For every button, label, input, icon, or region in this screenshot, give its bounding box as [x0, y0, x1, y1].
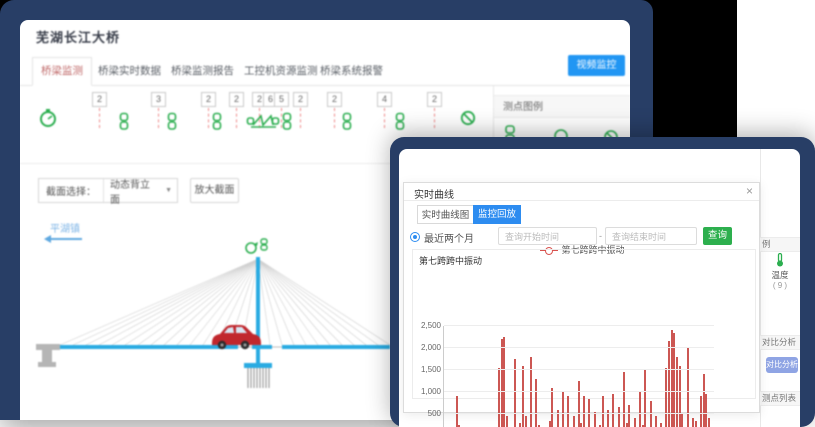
sensor-dash-line — [158, 108, 159, 128]
y-tick-label: 500 — [415, 409, 441, 419]
dialog-header: 实时曲线 × — [404, 183, 759, 201]
sensor-dash-line — [99, 108, 100, 128]
y-tick-label: 2,500 — [415, 321, 441, 331]
chain-sensor-icon[interactable] — [395, 112, 405, 136]
pile-group — [248, 368, 269, 388]
dialog-title: 实时曲线 — [414, 186, 454, 201]
tab-realtime-data[interactable]: 桥梁实时数据 — [98, 63, 161, 78]
zoom-section-button[interactable]: 放大截面 — [190, 178, 239, 203]
page-title: 芜湖长江大桥 — [36, 27, 120, 46]
temperature-legend[interactable]: 温度 ( 9 ) — [761, 253, 799, 290]
gridline — [444, 347, 714, 348]
sensor-count-badge: 2 — [201, 92, 216, 107]
dialog-window-frame: 例 温度 ( 9 ) 对比分析 对比分析 测点列表 实时曲线 × 实时曲线图 监… — [390, 137, 815, 427]
truss-sensor-icon[interactable] — [246, 112, 280, 135]
tab-ipc-resource[interactable]: 工控机资源监测 — [244, 63, 318, 78]
close-icon[interactable]: × — [746, 185, 753, 197]
bridge-diagram — [30, 235, 390, 405]
side-strip-pointlist: 测点列表 — [760, 391, 800, 406]
chevron-down-icon: ▼ — [165, 187, 177, 194]
side-strip-legend: 例 — [760, 237, 800, 252]
chain-sensor-icon[interactable] — [212, 112, 222, 136]
dialog-window: 例 温度 ( 9 ) 对比分析 对比分析 测点列表 实时曲线 × 实时曲线图 监… — [399, 149, 800, 427]
tab-bridge-monitor[interactable]: 桥梁监测 — [32, 57, 92, 86]
y-axis-labels: 2,5002,0001,5001,0005000 — [415, 321, 441, 427]
tab-monitor-playback[interactable]: 监控回放 — [473, 205, 521, 224]
temperature-label: 温度 — [761, 269, 799, 281]
legend-panel-header: 测点图例 — [494, 95, 630, 118]
chain-sensor-icon[interactable] — [282, 112, 292, 136]
left-pier — [36, 344, 60, 367]
plot-area — [443, 326, 714, 427]
y-tick-label: 1,000 — [415, 387, 441, 397]
chain-sensor-icon[interactable] — [167, 112, 177, 136]
sensor-count-badge: 4 — [377, 92, 392, 107]
chart-axis-title: 第七跨跨中振动 — [419, 254, 482, 267]
sensor-dash-line — [334, 108, 335, 128]
sensor-dash-line — [384, 108, 385, 128]
tab-system-alarm[interactable]: 桥梁系统报警 — [320, 63, 383, 78]
sensor-dash-line — [236, 108, 237, 128]
gridline — [444, 369, 714, 370]
bridge-side-label: 平湖镇 — [50, 220, 80, 235]
gauge-icon[interactable] — [39, 108, 57, 133]
date-range-separator: - — [599, 231, 602, 241]
side-strip-compare: 对比分析 — [760, 335, 800, 350]
sensor-count-badge: 2 — [427, 92, 442, 107]
section-select-value: 动态背立面 — [104, 176, 165, 206]
sensor-count-badge: 2 — [293, 92, 308, 107]
thermometer-icon — [775, 253, 785, 267]
disabled-sensor-icon[interactable] — [460, 110, 476, 131]
sensor-count-badge: 3 — [151, 92, 166, 107]
sensor-dash-line — [434, 108, 435, 128]
gridline — [444, 325, 714, 326]
sensor-dash-line — [300, 108, 301, 128]
y-tick-label: 1,500 — [415, 365, 441, 375]
vibration-chart: 第七跨跨中振动 2,5002,0001,5001,0005000 2018-09… — [412, 249, 756, 399]
temperature-count: ( 9 ) — [761, 281, 799, 290]
chain-sensor-icon[interactable] — [119, 112, 129, 136]
tab-realtime-curve[interactable]: 实时曲线图 — [417, 205, 474, 224]
tower-top-sensor-icons[interactable] — [246, 239, 267, 253]
sensor-count-badge: 5 — [274, 92, 289, 107]
section-select-label: 截面选择： — [39, 179, 104, 202]
chart-bars — [445, 326, 713, 427]
tab-monitor-report[interactable]: 桥梁监测报告 — [171, 63, 234, 78]
chain-sensor-icon[interactable] — [342, 112, 352, 136]
y-tick-label: 2,000 — [415, 343, 441, 353]
gridline — [444, 391, 714, 392]
sensor-dash-line — [208, 108, 209, 128]
sensor-count-badge: 2 — [92, 92, 107, 107]
sensor-count-badge: 2 — [327, 92, 342, 107]
sensor-count-badge: 2 — [229, 92, 244, 107]
compare-analysis-button[interactable]: 对比分析 — [766, 357, 798, 373]
main-tabbar: 桥梁监测 桥梁实时数据 桥梁监测报告 工控机资源监测 桥梁系统报警 视频监控 — [20, 55, 630, 86]
video-monitor-button[interactable]: 视频监控 — [568, 55, 625, 76]
section-select[interactable]: 截面选择： 动态背立面 ▼ — [38, 178, 178, 203]
last-two-months-radio[interactable] — [410, 232, 420, 242]
tower-pier-cap — [244, 363, 272, 368]
realtime-curve-dialog: 实时曲线 × 实时曲线图 监控回放 最近两个月 查询开始时间 - 查询结束时间 … — [403, 182, 760, 413]
gridline — [444, 413, 714, 414]
